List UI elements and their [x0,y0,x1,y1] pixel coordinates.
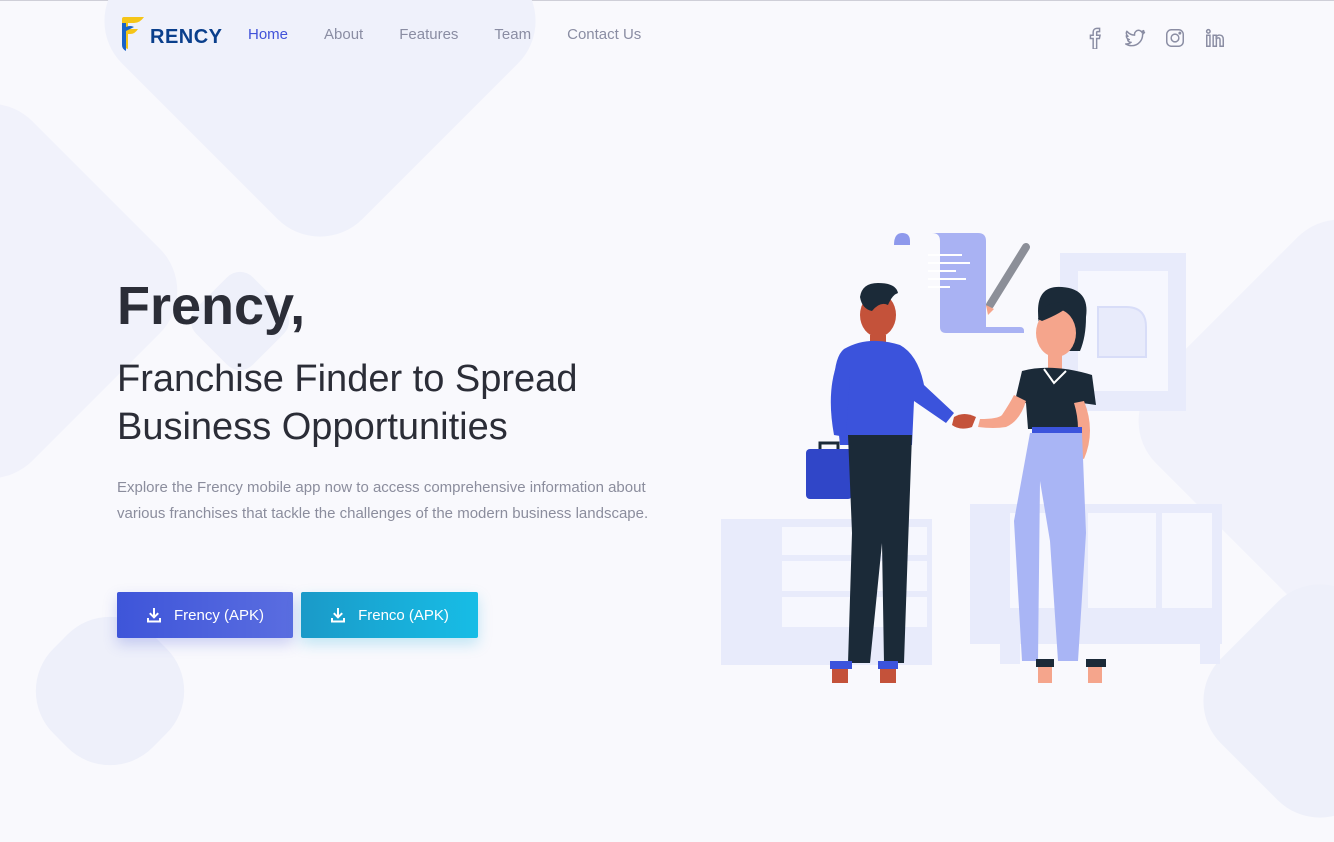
download-icon [331,608,346,623]
brand-name: RENCY [150,26,223,48]
main-nav: Home About Features Team Contact Us [248,26,677,43]
logo-mark-icon [120,17,148,51]
nav-team[interactable]: Team [494,26,531,43]
linkedin-icon[interactable] [1204,27,1226,49]
button-label: Frenco (APK) [358,606,449,624]
nav-contact-us[interactable]: Contact Us [567,26,641,43]
instagram-icon[interactable] [1164,27,1186,49]
nav-home[interactable]: Home [248,26,288,43]
download-icon [146,608,161,623]
handshake-illustration [721,233,1222,683]
twitter-icon[interactable] [1124,27,1146,49]
nav-features[interactable]: Features [399,26,458,43]
brand-logo[interactable]: RENCY [120,17,223,51]
hero-description: Explore the Frency mobile app now to acc… [117,479,649,522]
download-frenco-apk-button[interactable]: Frenco (APK) [301,592,478,638]
facebook-icon[interactable] [1084,27,1106,50]
hero-subtitle: Franchise Finder to Spread Business Oppo… [117,358,578,448]
button-label: Frency (APK) [173,606,264,624]
hero-title: Frency, [117,276,306,336]
download-frency-apk-button[interactable]: Frency (APK) [117,592,293,638]
nav-about[interactable]: About [324,26,363,43]
social-links [1084,27,1226,50]
